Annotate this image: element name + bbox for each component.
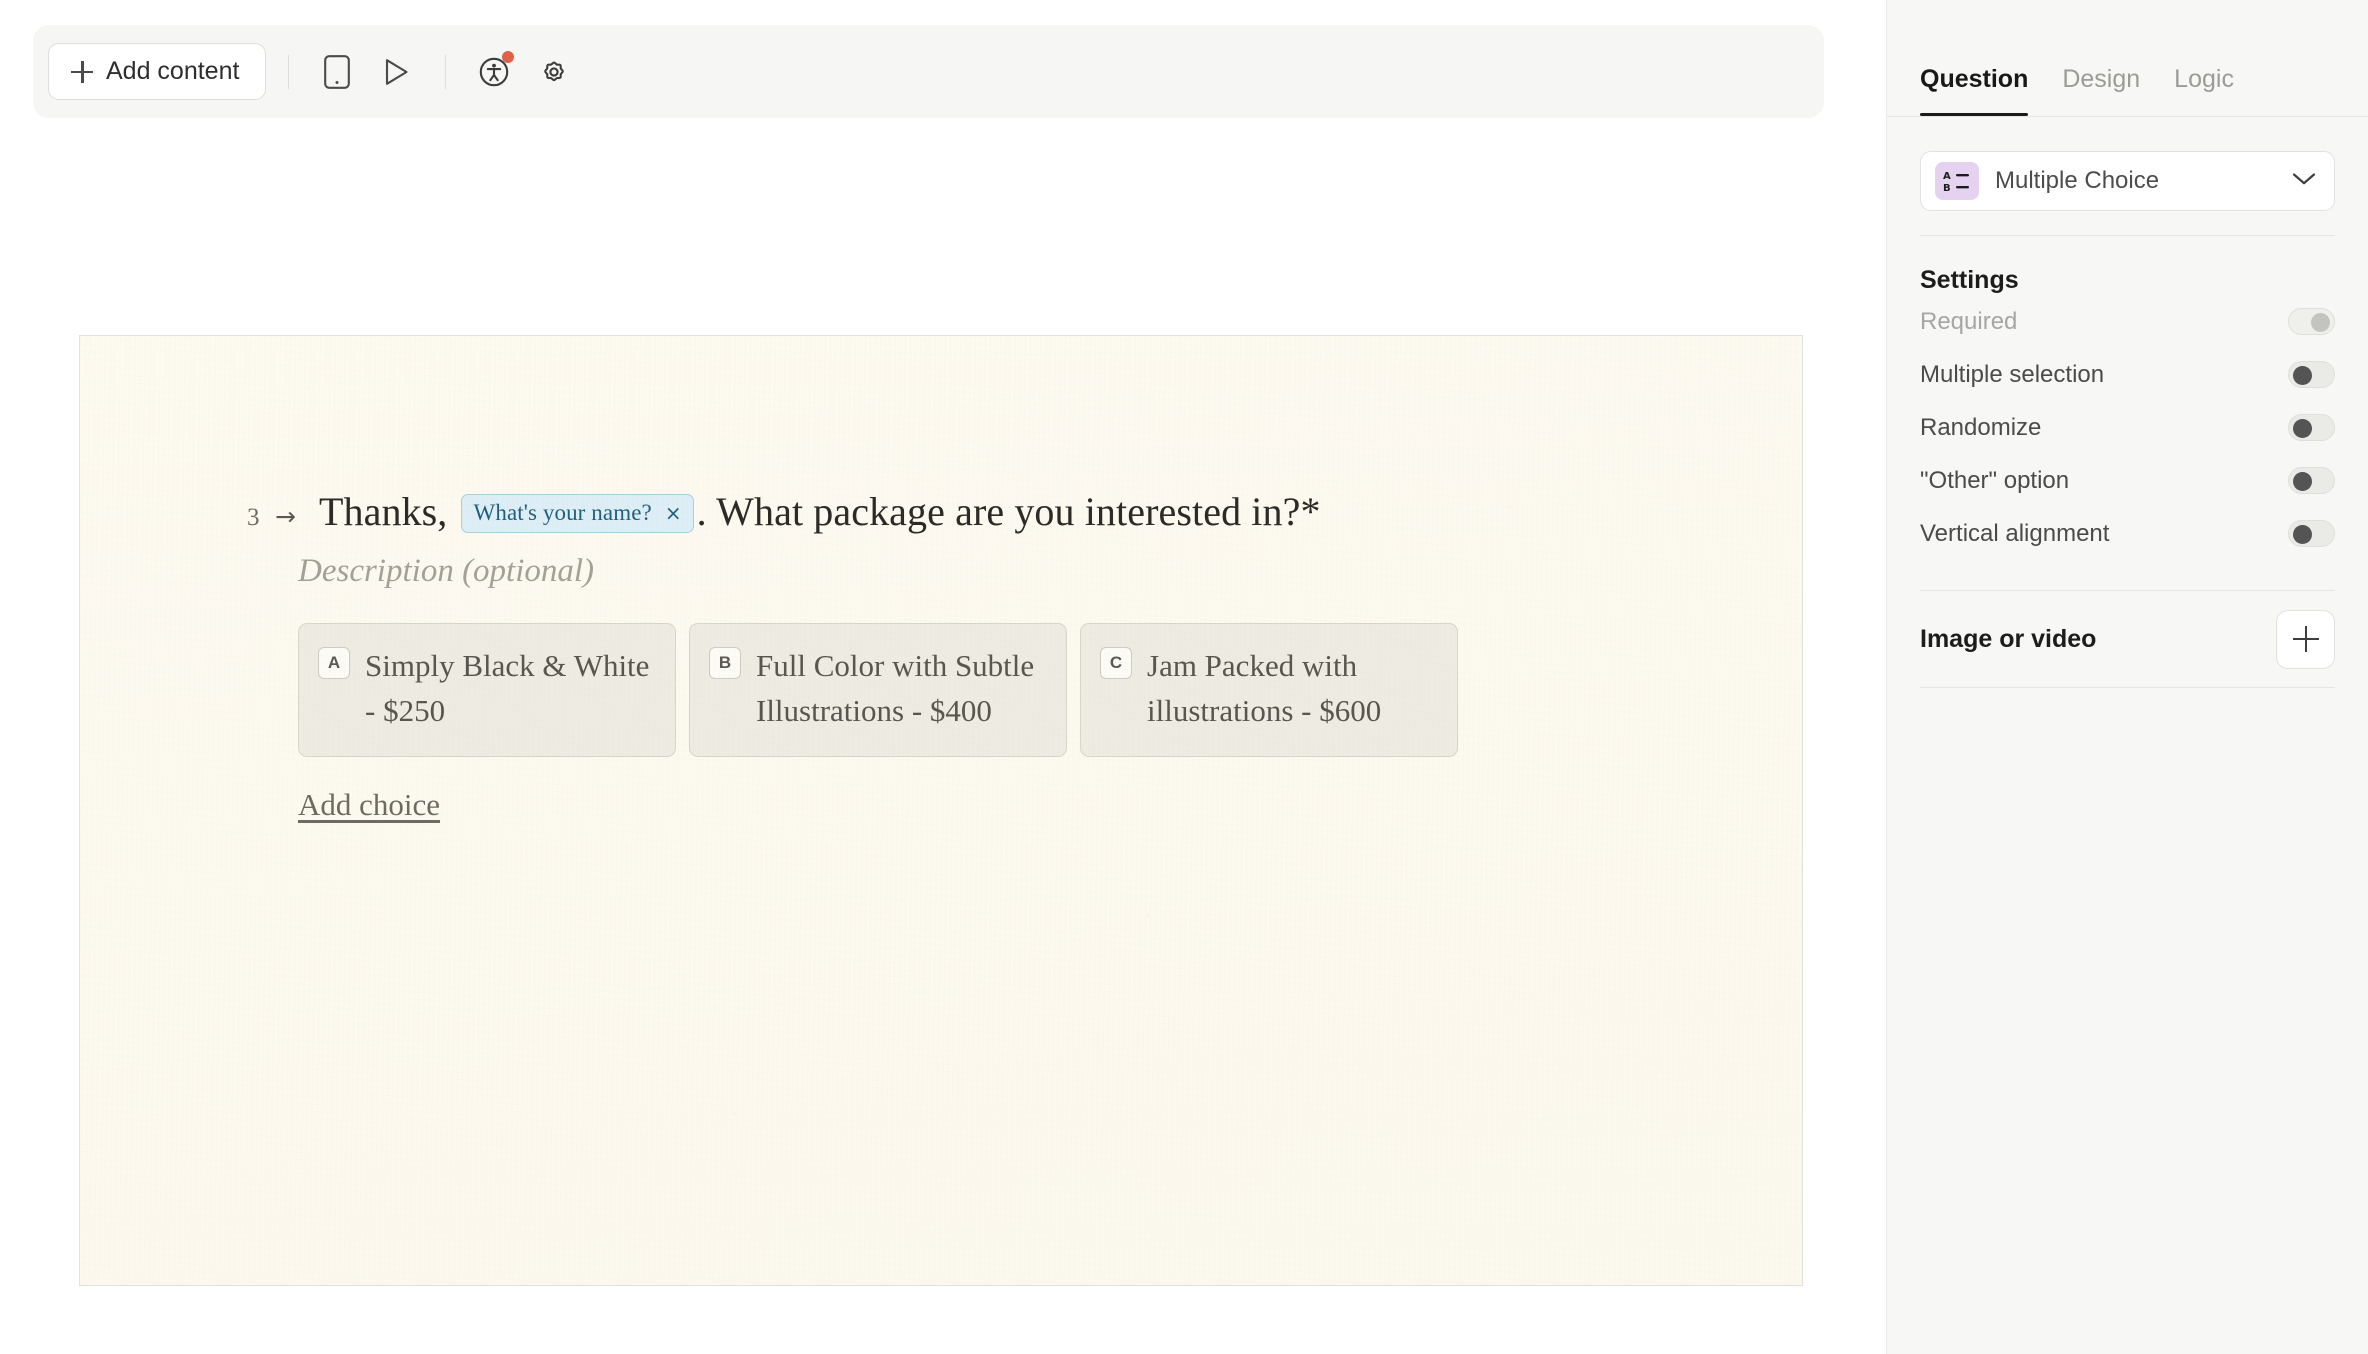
setting-row-required: Required	[1920, 295, 2335, 348]
toggle-vertical-alignment[interactable]	[2288, 520, 2335, 547]
toggle-knob	[2293, 418, 2312, 438]
editor-canvas: 3 → Thanks, What's your name? × . What p…	[0, 118, 1862, 1354]
properties-panel: Question Design Logic A B Multiple Choic…	[1886, 0, 2368, 1354]
setting-label-required: Required	[1920, 307, 2018, 335]
panel-divider-top	[1920, 235, 2335, 236]
toolbar-divider-2	[445, 54, 447, 89]
toggle-knob	[2293, 524, 2312, 544]
setting-label-randomize: Randomize	[1920, 413, 2042, 441]
setting-row-randomize: Randomize	[1920, 401, 2335, 454]
settings-heading: Settings	[1920, 266, 2019, 294]
plus-icon	[71, 60, 93, 83]
panel-divider-media-bottom	[1920, 687, 2335, 688]
toggle-required	[2288, 308, 2335, 335]
choice-card[interactable]: B Full Color with Subtle Illustrations -…	[689, 623, 1067, 757]
toggle-multiple-selection[interactable]	[2288, 361, 2335, 388]
tab-question[interactable]: Question	[1920, 65, 2029, 116]
tab-logic[interactable]: Logic	[2174, 65, 2234, 116]
notification-badge	[502, 50, 515, 63]
setting-label-other-option: "Other" option	[1920, 466, 2070, 494]
setting-row-other-option: "Other" option	[1920, 454, 2335, 507]
tab-design[interactable]: Design	[2062, 65, 2140, 116]
choice-label: Simply Black & White - $250	[365, 648, 650, 729]
toggle-knob	[2311, 312, 2330, 332]
svg-text:A: A	[1943, 171, 1951, 182]
setting-row-multiple-selection: Multiple selection	[1920, 348, 2335, 401]
setting-row-vertical-alignment: Vertical alignment	[1920, 507, 2335, 560]
settings-gear-icon[interactable]	[528, 46, 580, 98]
question-title-prefix: Thanks,	[318, 489, 448, 534]
add-content-button[interactable]: Add content	[48, 43, 267, 100]
play-preview-icon[interactable]	[371, 46, 423, 98]
plus-icon	[2292, 626, 2319, 652]
toggle-randomize[interactable]	[2288, 414, 2335, 441]
add-choice-link[interactable]: Add choice	[298, 787, 440, 823]
question-title[interactable]: Thanks, What's your name? × . What packa…	[319, 486, 1321, 537]
question-type-label: Multiple Choice	[1995, 167, 2160, 194]
choice-label: Full Color with Subtle Illustrations - $…	[756, 648, 1035, 729]
toggle-knob	[2293, 471, 2312, 491]
choice-list: A Simply Black & White - $250 B Full Col…	[298, 623, 1458, 757]
form-paper-preview: 3 → Thanks, What's your name? × . What p…	[79, 335, 1803, 1286]
app-root: Add content 3 → Thanks, What's your name…	[0, 0, 2368, 1354]
setting-label-multiple-selection: Multiple selection	[1920, 360, 2105, 388]
image-or-video-label: Image or video	[1920, 624, 2097, 653]
svg-text:B: B	[1943, 183, 1951, 193]
choice-letter-badge: B	[709, 647, 741, 680]
toggle-knob	[2293, 365, 2312, 385]
close-icon[interactable]: ×	[665, 503, 682, 523]
choice-letter-badge: A	[318, 647, 350, 680]
setting-label-vertical-alignment: Vertical alignment	[1920, 519, 2110, 547]
question-block: 3 → Thanks, What's your name? × . What p…	[247, 486, 1742, 823]
multiple-choice-icon: A B	[1935, 162, 1979, 200]
add-content-label: Add content	[106, 57, 240, 85]
toggle-other-option[interactable]	[2288, 467, 2335, 494]
question-title-suffix: . What package are you interested in?*	[696, 489, 1321, 534]
panel-tabs: Question Design Logic	[1887, 0, 2368, 117]
question-title-row: 3 → Thanks, What's your name? × . What p…	[247, 486, 1742, 537]
reference-pill-label: What's your name?	[473, 500, 652, 525]
choice-label: Jam Packed with illustrations - $600	[1147, 648, 1382, 729]
add-media-button[interactable]	[2276, 609, 2335, 669]
choice-letter-badge: C	[1100, 647, 1132, 680]
choice-card[interactable]: C Jam Packed with illustrations - $600	[1080, 623, 1458, 757]
question-reference-pill[interactable]: What's your name? ×	[460, 494, 694, 534]
arrow-icon: →	[275, 502, 296, 531]
chevron-down-icon	[2292, 172, 2316, 191]
question-type-select[interactable]: A B Multiple Choice	[1920, 151, 2335, 211]
question-number: 3	[247, 504, 260, 531]
choice-card[interactable]: A Simply Black & White - $250	[298, 623, 676, 757]
image-or-video-row: Image or video	[1920, 591, 2335, 687]
question-description-placeholder[interactable]: Description (optional)	[298, 553, 1742, 590]
accessibility-icon[interactable]	[468, 46, 520, 98]
editor-toolbar: Add content	[33, 25, 1824, 118]
toolbar-divider-1	[288, 54, 290, 89]
mobile-preview-icon[interactable]	[311, 46, 363, 98]
